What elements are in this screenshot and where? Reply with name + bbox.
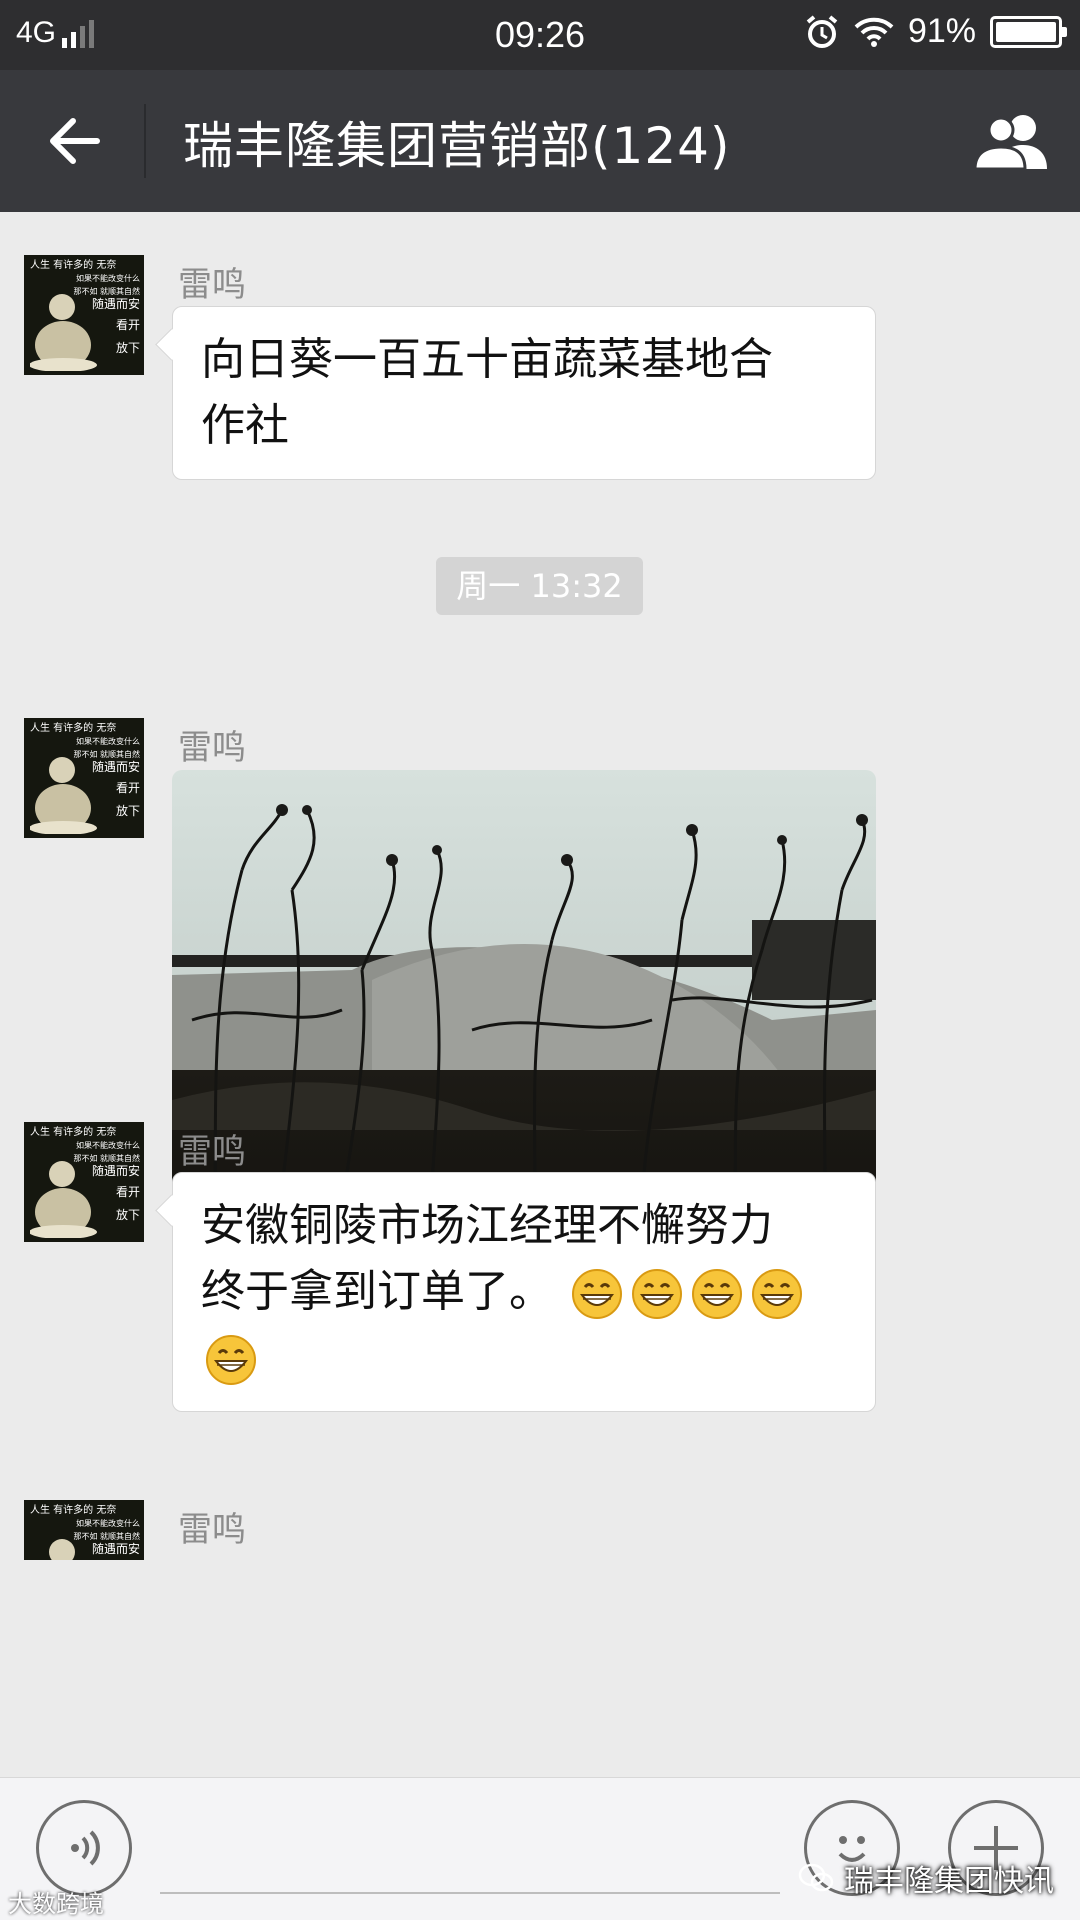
message-bubble[interactable]: 安徽铜陵市场江经理不懈努力 终于拿到订单了。 (172, 1172, 876, 1412)
battery-icon (990, 15, 1067, 48)
message-input[interactable] (160, 1892, 780, 1894)
message-text: 向日葵一百五十亩蔬菜基地合 (201, 334, 773, 385)
avatar-caption: 如果不能改变什么 (76, 1519, 140, 1528)
buddha-figure-icon (49, 1539, 75, 1560)
avatar[interactable]: 人生 有许多的 无奈 如果不能改变什么 那不如 就顺其自然 随遇而安 看开 放下 (24, 255, 144, 375)
chat-header: 瑞丰隆集团营销部(124) (0, 70, 1080, 212)
buddha-figure-icon (30, 757, 97, 834)
avatar-caption: 如果不能改变什么 (76, 737, 140, 746)
avatar-caption: 如果不能改变什么 (76, 1141, 140, 1150)
watermark-text: 瑞丰隆集团快讯 (844, 1864, 1054, 1899)
grinning-face-icon (572, 1269, 622, 1319)
status-bar: 4G 09:26 91% (0, 0, 1080, 70)
avatar-caption: 人生 有许多的 无奈 (30, 723, 117, 734)
grinning-face-icon (632, 1269, 682, 1319)
avatar-caption: 如果不能改变什么 (76, 274, 140, 283)
avatar-caption: 人生 有许多的 无奈 (30, 1127, 117, 1138)
voice-input-button[interactable] (36, 1800, 132, 1896)
buddha-figure-icon (30, 1161, 97, 1238)
sender-name: 雷鸣 (178, 1132, 246, 1172)
message-line: 终于拿到订单了。 (201, 1259, 847, 1391)
status-icons: 91% (804, 12, 1067, 51)
grinning-face-icon (206, 1335, 256, 1385)
back-button[interactable] (40, 106, 110, 176)
time-divider: 周一 13:32 (436, 557, 643, 615)
avatar[interactable]: 人生 有许多的 无奈 如果不能改变什么 那不如 就顺其自然 随遇而安 看开 放下 (24, 718, 144, 838)
watermark-secondary: 大数跨境 (8, 1884, 104, 1919)
input-bar: 瑞丰隆集团快讯 大数跨境 (0, 1777, 1080, 1920)
wifi-icon (854, 17, 894, 47)
page-title: 瑞丰隆集团营销部(124) (183, 117, 731, 175)
message-text: 作社 (201, 400, 289, 451)
chat-messages[interactable]: 人生 有许多的 无奈 如果不能改变什么 那不如 就顺其自然 随遇而安 看开 放下… (0, 212, 1080, 1777)
watermark: 瑞丰隆集团快讯 (798, 1856, 1054, 1900)
message-text: 安徽铜陵市场江经理不懈努力 (201, 1200, 773, 1251)
avatar[interactable]: 人生 有许多的 无奈 如果不能改变什么 那不如 就顺其自然 随遇而安 (24, 1500, 144, 1560)
grinning-face-icon (752, 1269, 802, 1319)
wechat-icon (798, 1863, 834, 1892)
watermark-text: 大数跨境 (8, 1890, 104, 1918)
message-text: 终于拿到订单了。 (201, 1266, 553, 1317)
avatar-caption: 人生 有许多的 无奈 (30, 260, 117, 271)
message-bubble[interactable]: 向日葵一百五十亩蔬菜基地合 作社 (172, 306, 876, 480)
grinning-face-icon (692, 1269, 742, 1319)
back-arrow-icon (50, 118, 100, 164)
alarm-icon (806, 14, 838, 48)
avatar-caption: 人生 有许多的 无奈 (30, 1505, 117, 1516)
header-divider (144, 104, 146, 178)
sender-name: 雷鸣 (178, 728, 246, 768)
buddha-figure-icon (30, 294, 97, 371)
sender-name: 雷鸣 (178, 265, 246, 305)
group-members-icon (973, 115, 1047, 171)
battery-percent: 91% (907, 12, 976, 50)
group-members-button[interactable] (970, 106, 1054, 176)
avatar[interactable]: 人生 有许多的 无奈 如果不能改变什么 那不如 就顺其自然 随遇而安 看开 放下 (24, 1122, 144, 1242)
voice-icon (71, 1830, 100, 1866)
sender-name: 雷鸣 (178, 1510, 246, 1550)
